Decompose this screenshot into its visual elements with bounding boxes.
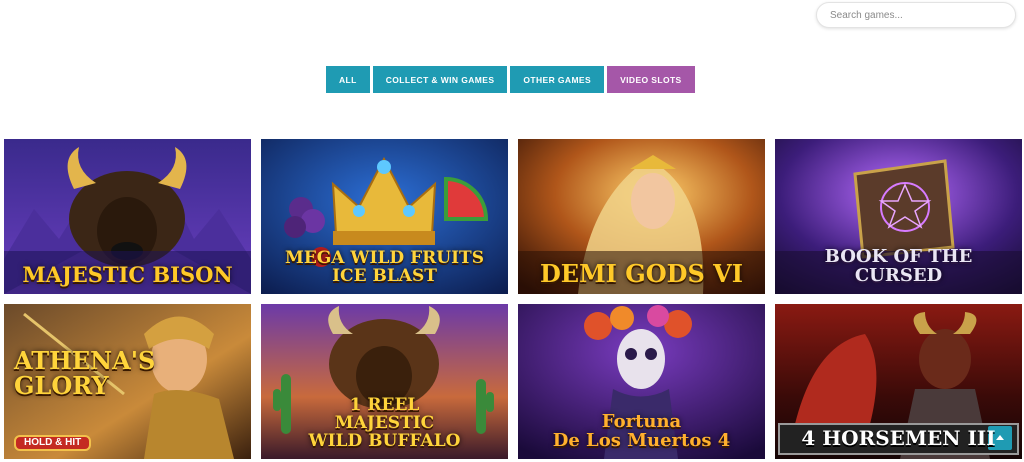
- game-title: MAJESTIC BISON: [22, 261, 233, 287]
- game-title: MEGA WILD FRUITS ICE BLAST: [285, 248, 484, 287]
- game-tile-majestic-bison[interactable]: MAJESTIC BISON: [4, 139, 251, 294]
- filter-other-games[interactable]: OTHER GAMES: [510, 66, 605, 93]
- game-tile-athenas-glory[interactable]: ATHENA'S GLORY HOLD & HIT: [4, 304, 251, 459]
- game-title: 4 HORSEMEN III: [801, 426, 996, 450]
- game-tile-demi-gods-vi[interactable]: DEMI GODS VI: [518, 139, 765, 294]
- game-title: Fortuna De Los Muertos 4: [552, 411, 731, 452]
- filter-video-slots[interactable]: VIDEO SLOTS: [607, 66, 695, 93]
- category-filter-bar: ALL COLLECT & WIN GAMES OTHER GAMES VIDE…: [326, 66, 695, 93]
- game-title: 1 REEL MAJESTIC WILD BUFFALO: [308, 395, 461, 452]
- game-tile-4-horsemen-iii[interactable]: 4 HORSEMEN III: [775, 304, 1022, 459]
- game-tile-fortuna-de-los-muertos-4[interactable]: Fortuna De Los Muertos 4: [518, 304, 765, 459]
- game-title: BOOK OF THE CURSED: [824, 246, 973, 287]
- game-title: DEMI GODS VI: [539, 258, 743, 288]
- search-input[interactable]: [816, 2, 1016, 28]
- game-title: ATHENA'S GLORY: [14, 345, 156, 401]
- game-tile-1-reel-majestic-wild-buffalo[interactable]: 1 REEL MAJESTIC WILD BUFFALO: [261, 304, 508, 459]
- games-grid: MAJESTIC BISON MEGA WILD FRUITS ICE BLAS…: [4, 139, 1022, 459]
- game-tile-book-of-the-cursed[interactable]: BOOK OF THE CURSED: [775, 139, 1022, 294]
- filter-all[interactable]: ALL: [326, 66, 370, 93]
- game-title-block: ATHENA'S GLORY HOLD & HIT: [4, 323, 251, 459]
- filter-collect-win-games[interactable]: COLLECT & WIN GAMES: [372, 66, 508, 93]
- hold-and-hit-badge: HOLD & HIT: [14, 434, 92, 451]
- game-tile-mega-wild-fruits[interactable]: MEGA WILD FRUITS ICE BLAST: [261, 139, 508, 294]
